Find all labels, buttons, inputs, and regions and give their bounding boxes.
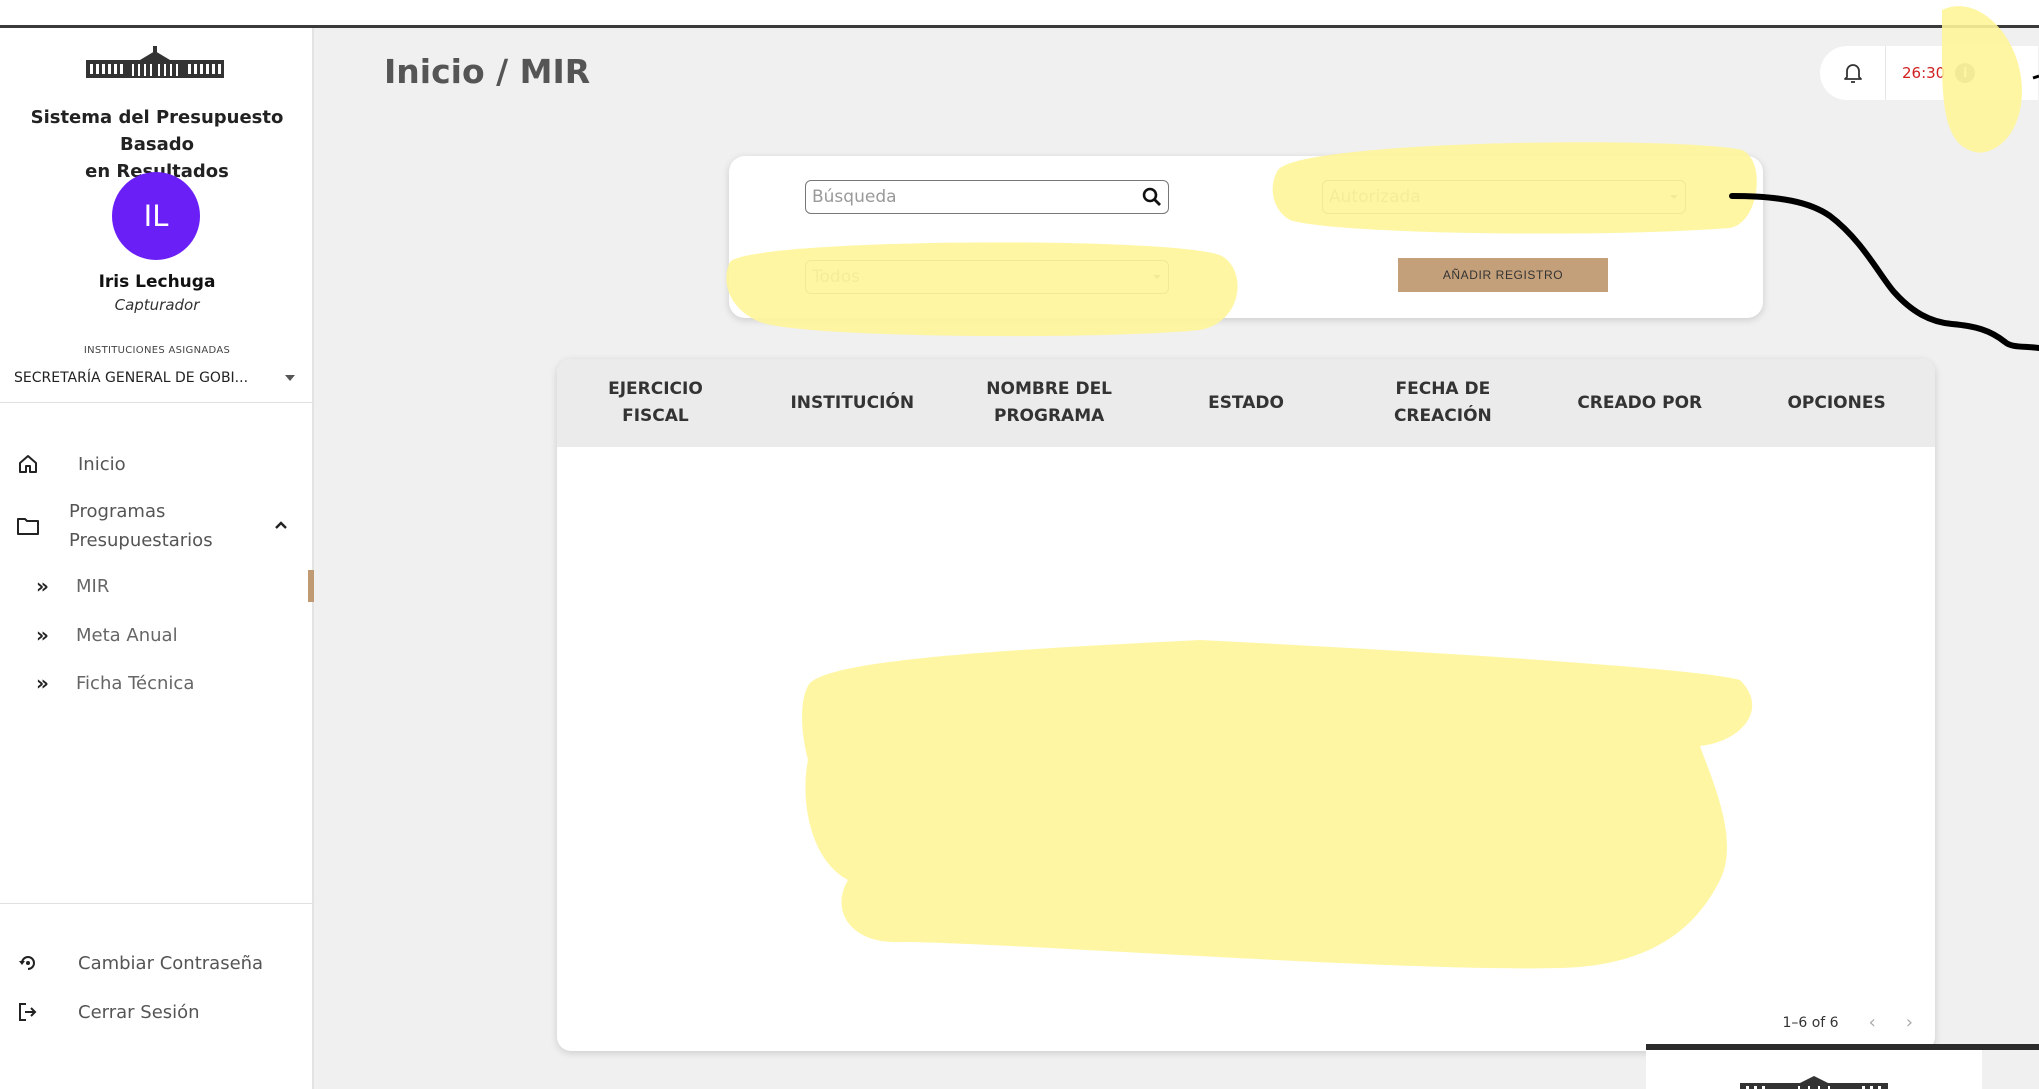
logout-label: Cerrar Sesión	[78, 1001, 200, 1023]
records-table: EJERCICIO FISCAL INSTITUCIÓN NOMBRE DEL PR…	[557, 359, 1935, 1051]
logout-button[interactable]: Cerrar Sesión	[0, 995, 314, 1029]
government-building-logo	[86, 46, 224, 78]
column-header-ejercicio-fiscal[interactable]: EJERCICIO FISCAL	[557, 376, 754, 430]
divider	[0, 903, 314, 904]
breadcrumb: Inicio / MIR	[384, 52, 591, 91]
institution-select[interactable]: SECRETARÍA GENERAL DE GOBI...	[14, 370, 296, 386]
divider	[0, 402, 314, 403]
chevron-up-icon[interactable]	[274, 520, 288, 530]
next-page-icon[interactable]: ›	[1906, 1012, 1913, 1033]
folder-icon	[16, 514, 40, 538]
double-chevron-right-icon: »	[36, 671, 49, 695]
pagination: 1–6 of 6 ‹ ›	[1782, 1012, 1913, 1033]
logout-icon	[16, 1000, 40, 1024]
user-name: Iris Lechuga	[98, 272, 216, 292]
column-header-estado[interactable]: ESTADO	[1148, 390, 1345, 417]
institution-selected-value: SECRETARÍA GENERAL DE GOBI...	[14, 370, 249, 386]
change-password-label: Cambiar Contraseña	[78, 952, 264, 974]
window-top-bar	[0, 0, 2039, 28]
info-icon[interactable]: i	[1955, 63, 1976, 83]
sidebar-item-mir[interactable]: » MIR	[0, 570, 314, 602]
double-chevron-right-icon: »	[36, 574, 49, 598]
column-header-creado-por[interactable]: CREADO POR	[1541, 390, 1738, 417]
table-header-row: EJERCICIO FISCAL INSTITUCIÓN NOMBRE DEL PR…	[557, 359, 1935, 447]
sidebar-item-label: Ficha Técnica	[76, 672, 195, 694]
column-header-institucion[interactable]: INSTITUCIÓN	[754, 390, 951, 417]
search-icon[interactable]	[1142, 187, 1162, 207]
search-placeholder: Búsqueda	[812, 187, 897, 207]
change-password-button[interactable]: Cambiar Contraseña	[0, 946, 314, 980]
sidebar-item-ficha-tecnica[interactable]: » Ficha Técnica	[0, 667, 314, 699]
column-header-opciones[interactable]: OPCIONES	[1738, 390, 1935, 417]
previous-page-icon[interactable]: ‹	[1869, 1012, 1876, 1033]
home-icon	[16, 452, 40, 476]
session-timer: 26:30	[1902, 64, 1946, 82]
sidebar-item-label: Meta Anual	[76, 624, 178, 646]
institutions-label: INSTITUCIONES ASIGNADAS	[83, 345, 231, 356]
column-header-fecha-creacion[interactable]: FECHA DE CREACIÓN	[1344, 376, 1541, 430]
sidebar: Sistema del Presupuesto Basado en Result…	[0, 28, 314, 1089]
nav-label-programas: Programas Presupuestarios	[69, 501, 213, 551]
sidebar-item-meta-anual[interactable]: » Meta Anual	[0, 619, 314, 651]
nav-label-inicio: Inicio	[78, 453, 126, 475]
lock-reset-icon	[16, 951, 40, 975]
caret-down-icon	[1153, 275, 1161, 279]
thumbnail-gap	[1982, 1050, 2039, 1089]
nav-item-inicio[interactable]: Inicio	[0, 446, 314, 482]
pagination-range: 1–6 of 6	[1782, 1014, 1839, 1031]
user-role: Capturador	[114, 296, 200, 314]
scope-selected-value: Todos	[812, 267, 860, 287]
search-input[interactable]: Búsqueda	[805, 180, 1169, 214]
nav-item-programas-presupuestarios[interactable]: Programas Presupuestarios	[0, 496, 314, 556]
bell-icon	[1843, 64, 1862, 83]
add-record-button[interactable]: AÑADIR REGISTRO	[1398, 258, 1608, 292]
sidebar-item-label: MIR	[76, 575, 110, 597]
avatar[interactable]: IL	[112, 172, 200, 260]
status-select[interactable]: Autorizada	[1322, 180, 1686, 214]
caret-down-icon	[1670, 195, 1678, 199]
scope-select[interactable]: Todos	[805, 260, 1169, 294]
drawn-arrow	[1729, 193, 2039, 351]
notifications-button[interactable]	[1820, 46, 1886, 100]
government-building-logo	[1740, 1076, 1888, 1089]
filter-card: Búsqueda Autorizada Todos AÑADIR REGISTR…	[729, 156, 1763, 318]
caret-down-icon	[285, 375, 295, 381]
active-indicator	[308, 570, 314, 602]
column-header-nombre-programa[interactable]: NOMBRE DEL PROGRAMA	[951, 376, 1148, 430]
status-selected-value: Autorizada	[1329, 187, 1421, 207]
double-chevron-right-icon: »	[36, 623, 49, 647]
top-actions: 26:30 i	[1820, 46, 2038, 100]
thumbnail-preview	[1646, 1044, 2039, 1089]
